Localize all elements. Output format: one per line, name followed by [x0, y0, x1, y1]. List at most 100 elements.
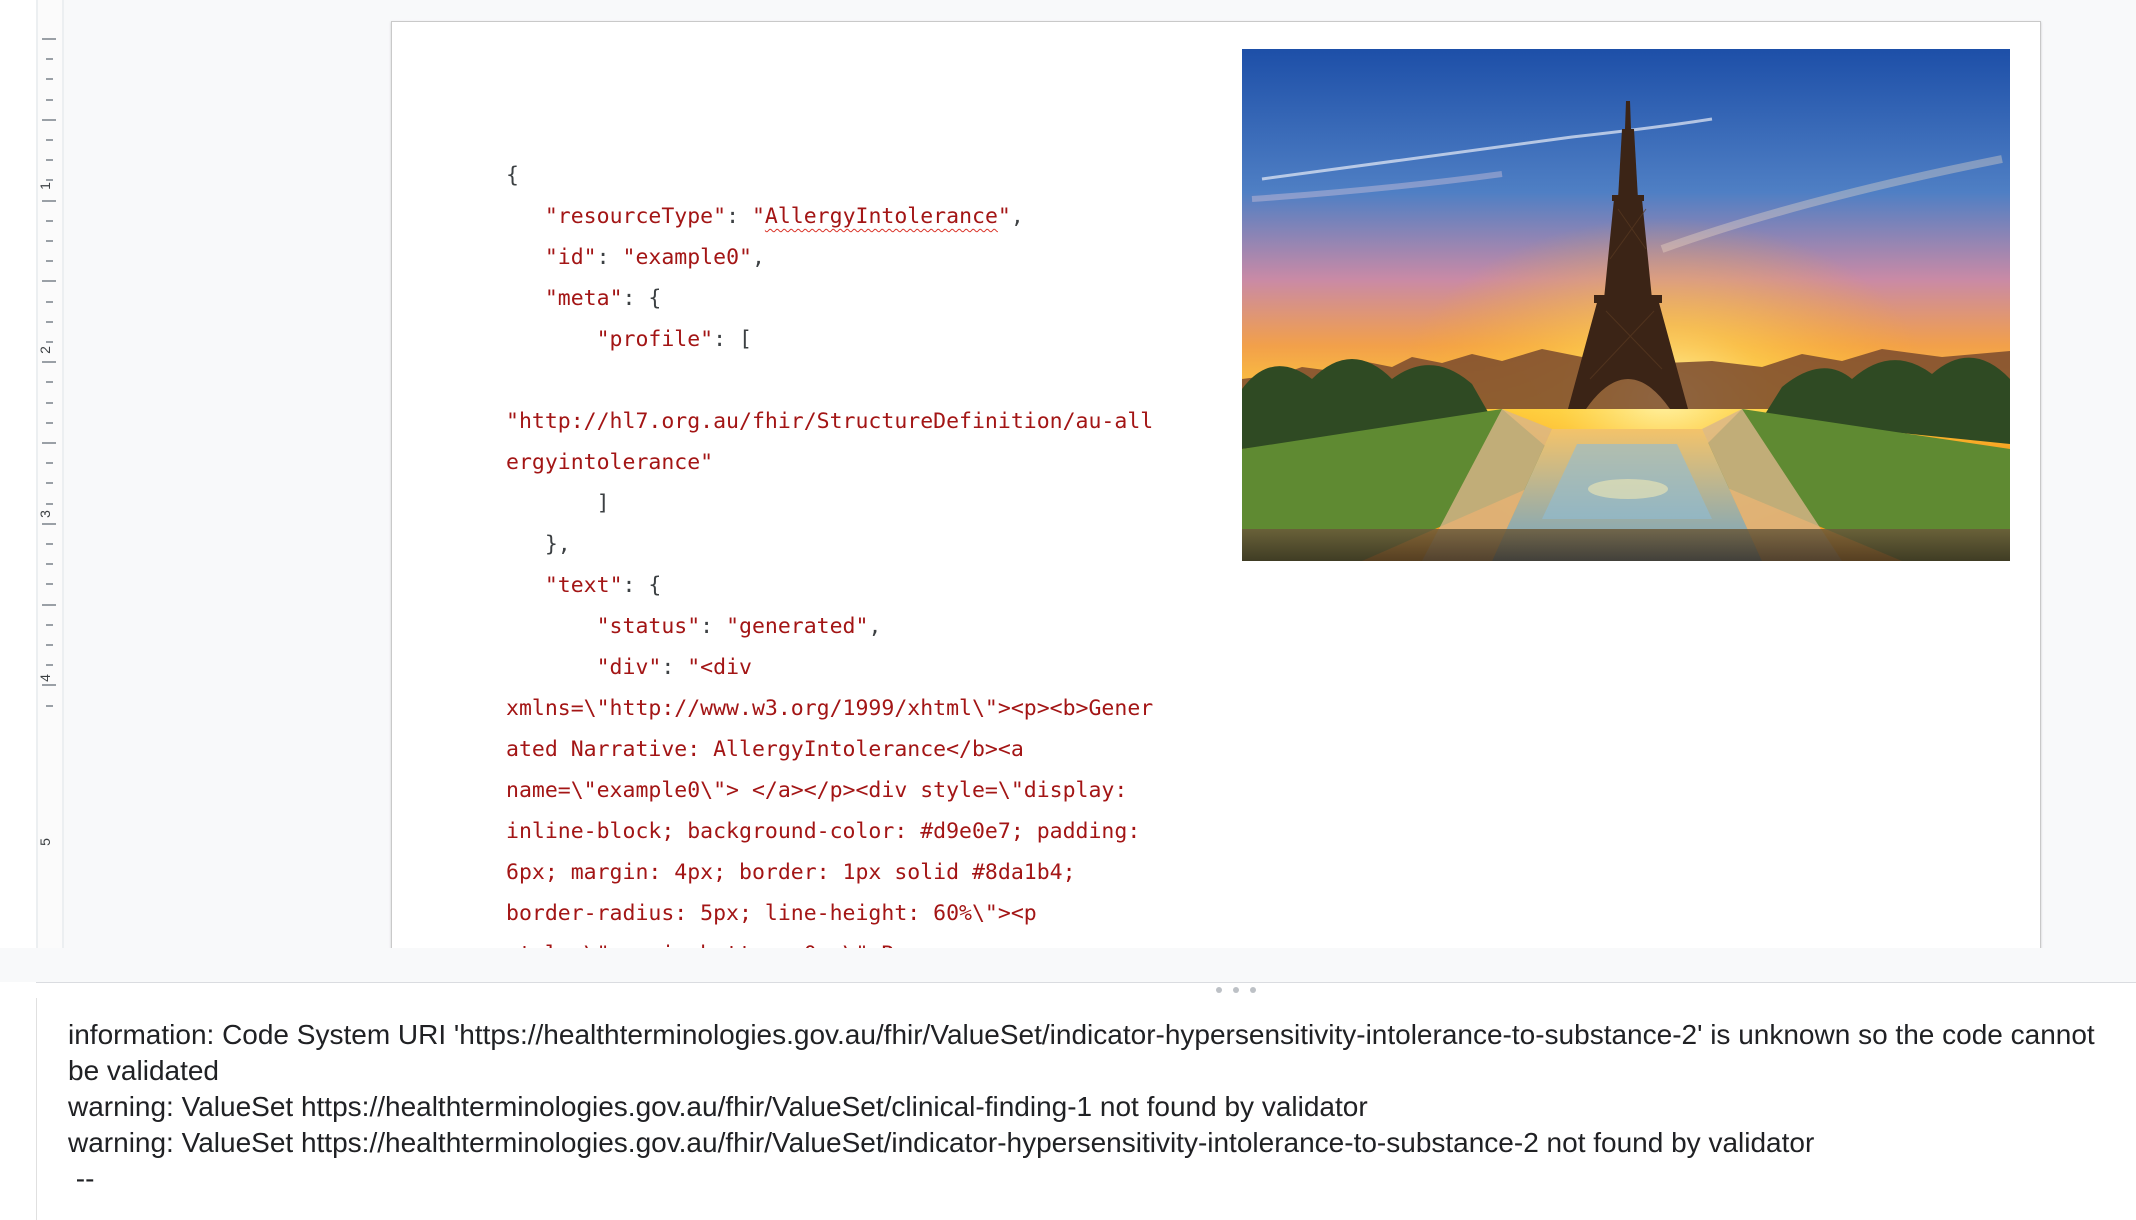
code-line: { [506, 155, 1206, 196]
code-line: "status": "generated", [506, 606, 1206, 647]
code-string: xmlns=\"http://www.w3.org/1999/xhtml\"><… [506, 696, 1154, 721]
ruler-tick [46, 401, 53, 404]
validation-message-warning: warning: ValueSet https://healthterminol… [68, 1091, 1368, 1122]
left-gutter [0, 0, 37, 982]
code-string: inline-block; background-color: #d9e0e7;… [506, 819, 1141, 844]
slide-page[interactable]: { "resourceType": "AllergyIntolerance", … [391, 21, 2041, 967]
code-string: "generated" [726, 614, 869, 639]
ruler-tick [42, 684, 56, 687]
ruler-tick [46, 78, 53, 81]
code-punctuation: { [506, 163, 519, 188]
code-line: xmlns=\"http://www.w3.org/1999/xhtml\"><… [506, 688, 1206, 729]
ruler-tick [42, 118, 56, 121]
drag-handle-icon[interactable] [1216, 987, 1256, 995]
eiffel-tower-photo[interactable] [1242, 49, 2010, 561]
ruler-tick [46, 381, 53, 384]
code-punctuation: : [726, 204, 752, 229]
code-string: 6px; margin: 4px; border: 1px solid #8da… [506, 860, 1076, 885]
ruler-tick [46, 563, 53, 566]
ruler-tick [46, 583, 53, 586]
ruler-tick [42, 442, 56, 444]
ruler-tick [42, 38, 56, 40]
code-line: 6px; margin: 4px; border: 1px solid #8da… [506, 852, 1206, 893]
code-string: "meta" [544, 286, 623, 311]
panel-resize-handle[interactable] [36, 982, 2136, 999]
ruler-tick [46, 159, 53, 162]
code-string: "http://hl7.org.au/fhir/StructureDefinit… [506, 409, 1154, 434]
code-string: " [751, 204, 765, 229]
ruler-tick [46, 98, 53, 101]
code-punctuation [506, 368, 519, 393]
ruler-tick [42, 603, 56, 606]
validation-messages-panel[interactable]: information: Code System URI 'https://he… [68, 1017, 2118, 1197]
code-line: "meta": { [506, 278, 1206, 319]
code-string: "resourceType" [544, 204, 727, 229]
ruler-number: 3 [36, 510, 53, 518]
ruler-tick [46, 240, 53, 242]
ruler-tick [46, 543, 53, 545]
code-line: "id": "example0", [506, 237, 1206, 278]
ruler-tick [46, 421, 53, 424]
page-bottom-margin [0, 948, 2136, 982]
ruler-number: 5 [36, 838, 53, 846]
code-string: "<div [687, 655, 752, 680]
code-punctuation: , [1010, 204, 1024, 229]
code-line: "text": { [506, 565, 1206, 606]
code-punctuation: , [868, 614, 882, 639]
code-string: "div" [596, 655, 662, 680]
editor-area: 1 2 3 4 5 { "resourceType": "AllergyIntolera… [0, 0, 2136, 982]
code-line [506, 360, 1206, 401]
ruler-tick [46, 502, 53, 505]
code-string-misspelled: AllergyIntolerance [764, 204, 998, 229]
code-string: "text" [544, 573, 623, 598]
code-punctuation: : [596, 245, 623, 270]
code-line: "profile": [ [506, 319, 1206, 360]
ruler-tick [46, 320, 53, 323]
code-string: name=\"example0\"> </a></p><div style=\"… [506, 778, 1128, 803]
ruler-tick [46, 664, 53, 667]
code-string: "profile" [596, 327, 714, 352]
ruler-number: 2 [36, 346, 53, 354]
code-line: border-radius: 5px; line-height: 60%\"><… [506, 893, 1206, 934]
json-code-block[interactable]: { "resourceType": "AllergyIntolerance", … [506, 155, 1206, 975]
ruler-tick [46, 462, 53, 465]
code-punctuation: ] [596, 491, 610, 516]
ruler-number: 4 [36, 674, 53, 682]
ruler-tick [46, 341, 53, 343]
ruler-tick [42, 361, 56, 364]
code-line: inline-block; background-color: #d9e0e7;… [506, 811, 1206, 852]
ruler-tick [46, 482, 53, 485]
ruler-track [38, 0, 62, 950]
code-punctuation: , [751, 245, 765, 270]
code-string: border-radius: 5px; line-height: 60%\"><… [506, 901, 1037, 926]
ruler-tick [46, 704, 53, 707]
ruler-tick [46, 644, 53, 646]
code-string: "id" [544, 245, 597, 270]
bottom-left-gutter [0, 998, 37, 1220]
code-line: "div": "<div [506, 647, 1206, 688]
ruler-tick [42, 199, 56, 202]
vertical-ruler[interactable]: 1 2 3 4 5 [36, 0, 64, 982]
code-string: "status" [596, 614, 701, 639]
ruler-tick [42, 522, 56, 525]
code-punctuation: : [700, 614, 727, 639]
ruler-tick [46, 260, 53, 263]
ruler-tick [46, 58, 53, 61]
validation-message-separator: -- [68, 1163, 95, 1194]
code-string: ergyintolerance" [506, 450, 714, 475]
ruler-tick [42, 280, 56, 283]
code-string: "example0" [622, 245, 752, 270]
code-line: ergyintolerance" [506, 442, 1206, 483]
code-line: }, [506, 524, 1206, 565]
validation-message-info: information: Code System URI 'https://he… [68, 1019, 2095, 1086]
code-punctuation: : [ [713, 327, 752, 352]
code-line: ] [506, 483, 1206, 524]
